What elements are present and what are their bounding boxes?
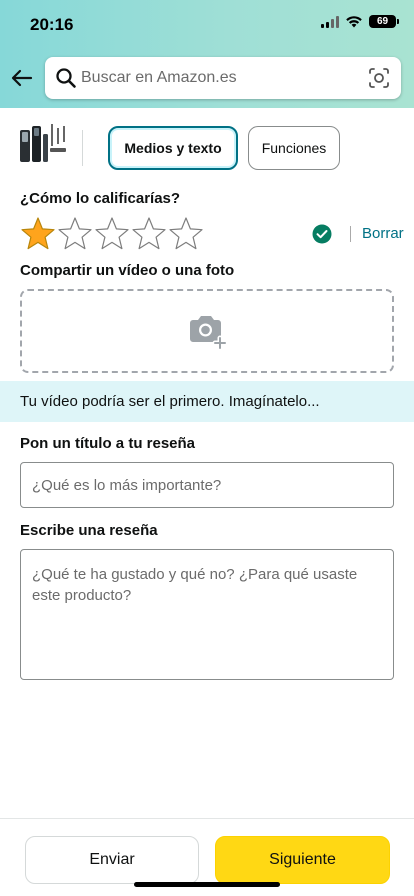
- media-label: Compartir un vídeo o una foto: [20, 262, 235, 279]
- media-upload-area[interactable]: [20, 289, 394, 373]
- battery-icon: 69: [369, 15, 399, 28]
- wifi-icon: [346, 16, 362, 28]
- tab-features[interactable]: Funciones: [248, 126, 340, 170]
- status-bar: 20:16 69: [0, 0, 414, 48]
- camera-scan-icon[interactable]: [368, 67, 390, 89]
- checkmark-circle-icon: [312, 224, 332, 244]
- status-icons: 69: [321, 15, 399, 28]
- video-info-banner: Tu vídeo podría ser el primero. Imagínat…: [0, 381, 414, 422]
- product-thumbnail: [20, 124, 66, 162]
- star-1-filled-icon[interactable]: [20, 216, 56, 252]
- review-title-input[interactable]: [20, 462, 394, 508]
- next-button[interactable]: Siguiente: [215, 836, 390, 884]
- star-5-empty-icon[interactable]: [168, 216, 204, 252]
- header: 20:16 69: [0, 0, 414, 108]
- clear-rating-link[interactable]: Borrar: [362, 225, 404, 242]
- tab-media-and-text[interactable]: Medios y texto: [108, 126, 238, 170]
- review-title-label: Pon un título a tu reseña: [20, 435, 196, 452]
- review-body-label: Escribe una reseña: [20, 522, 158, 539]
- battery-level: 69: [376, 16, 389, 27]
- star-rating[interactable]: [20, 216, 204, 252]
- cellular-signal-icon: [321, 15, 339, 28]
- tab-divider: [82, 130, 83, 166]
- search-icon: [56, 68, 76, 88]
- review-body-textarea[interactable]: [20, 549, 394, 680]
- search-input[interactable]: [81, 57, 351, 99]
- back-arrow-icon[interactable]: [10, 66, 34, 90]
- send-button[interactable]: Enviar: [25, 836, 199, 884]
- star-4-empty-icon[interactable]: [131, 216, 167, 252]
- rating-divider: [350, 226, 351, 242]
- star-2-empty-icon[interactable]: [57, 216, 93, 252]
- search-bar[interactable]: [45, 57, 401, 99]
- rating-question: ¿Cómo lo calificarías?: [20, 190, 181, 207]
- add-photo-camera-icon: [190, 316, 227, 349]
- home-indicator[interactable]: [134, 882, 280, 887]
- star-3-empty-icon[interactable]: [94, 216, 130, 252]
- video-info-text: Tu vídeo podría ser el primero. Imagínat…: [20, 393, 320, 410]
- status-time: 20:16: [30, 15, 74, 34]
